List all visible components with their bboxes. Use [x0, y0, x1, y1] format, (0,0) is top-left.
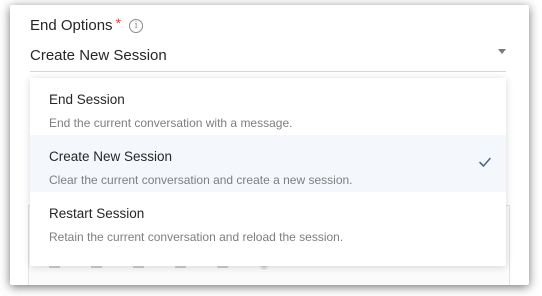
check-icon	[479, 157, 491, 167]
option-restart-session[interactable]: Restart Session Retain the current conve…	[30, 192, 506, 249]
option-description: End the current conversation with a mess…	[49, 116, 293, 130]
caret-down-icon[interactable]	[498, 49, 506, 54]
dropdown-menu: End Session End the current conversation…	[30, 78, 506, 266]
field-label: End Options * i	[30, 14, 144, 34]
end-options-select[interactable]: Create New Session	[30, 43, 506, 72]
option-description: Clear the current conversation and creat…	[49, 173, 353, 187]
option-title: End Session	[49, 92, 125, 107]
option-description: Retain the current conversation and relo…	[49, 230, 344, 244]
select-value: Create New Session	[30, 47, 167, 64]
option-title: Restart Session	[49, 206, 145, 221]
info-icon[interactable]: i	[129, 18, 144, 33]
option-end-session[interactable]: End Session End the current conversation…	[30, 78, 506, 135]
end-options-panel: ▬ ▬ ▬ ▬ ▬ ◉ End Options * i Create New S…	[10, 5, 529, 285]
option-title: Create New Session	[49, 149, 173, 164]
required-asterisk: *	[115, 14, 122, 31]
field-label-text: End Options	[30, 17, 113, 34]
option-create-new-session[interactable]: Create New Session Clear the current con…	[30, 135, 506, 192]
